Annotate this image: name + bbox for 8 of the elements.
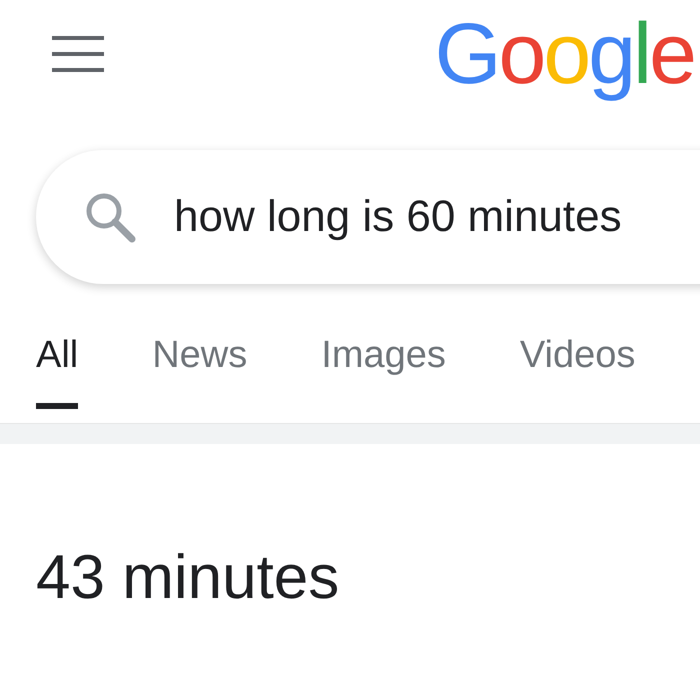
- search-bar[interactable]: how long is 60 minutes: [36, 150, 700, 284]
- answer-text: 43 minutes: [36, 543, 340, 612]
- search-tab[interactable]: Images: [321, 334, 446, 409]
- search-tab[interactable]: Videos: [520, 334, 636, 409]
- search-tab[interactable]: All: [36, 334, 78, 409]
- search-tab[interactable]: News: [152, 334, 248, 409]
- menu-icon[interactable]: [50, 34, 106, 74]
- search-input[interactable]: how long is 60 minutes: [174, 192, 700, 242]
